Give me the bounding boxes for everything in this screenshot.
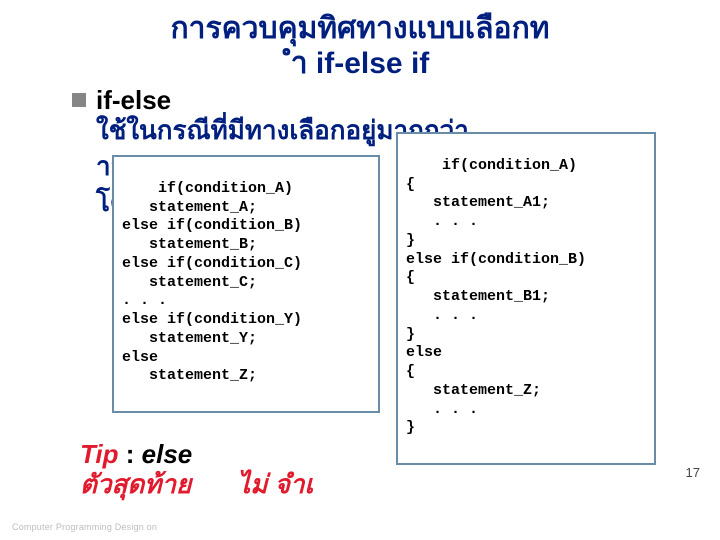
square-bullet-icon	[72, 93, 86, 107]
code-left-text: if(condition_A) statement_A; else if(con…	[122, 180, 302, 385]
slide: การควบคุมทิศทางแบบเลือกท ำ if-else if if…	[0, 0, 720, 540]
bullet-head: if-else	[96, 87, 720, 114]
tip-rest1: ตัวสุดท้าย	[80, 469, 191, 499]
title-line1: การควบคุมทิศทางแบบเลือกท	[170, 12, 549, 45]
tip-label: Tip	[80, 439, 119, 469]
tip-colon: :	[119, 439, 142, 469]
footer-text: Computer Programming Design on	[12, 522, 157, 532]
code-box-left: if(condition_A) statement_A; else if(con…	[112, 155, 380, 413]
slide-title: การควบคุมทิศทางแบบเลือกท ำ if-else if	[0, 12, 720, 81]
code-right-text: if(condition_A) { statement_A1; . . . } …	[406, 157, 586, 437]
tip-rest2: ไม่ จำเ	[237, 470, 313, 500]
page-number: 17	[686, 465, 700, 480]
code-box-right: if(condition_A) { statement_A1; . . . } …	[396, 132, 656, 465]
title-line2: ำ if-else if	[291, 47, 430, 80]
tip-block: Tip : else ตัวสุดท้าย ไม่ จำเ	[80, 440, 313, 500]
tip-else: else	[142, 439, 193, 469]
